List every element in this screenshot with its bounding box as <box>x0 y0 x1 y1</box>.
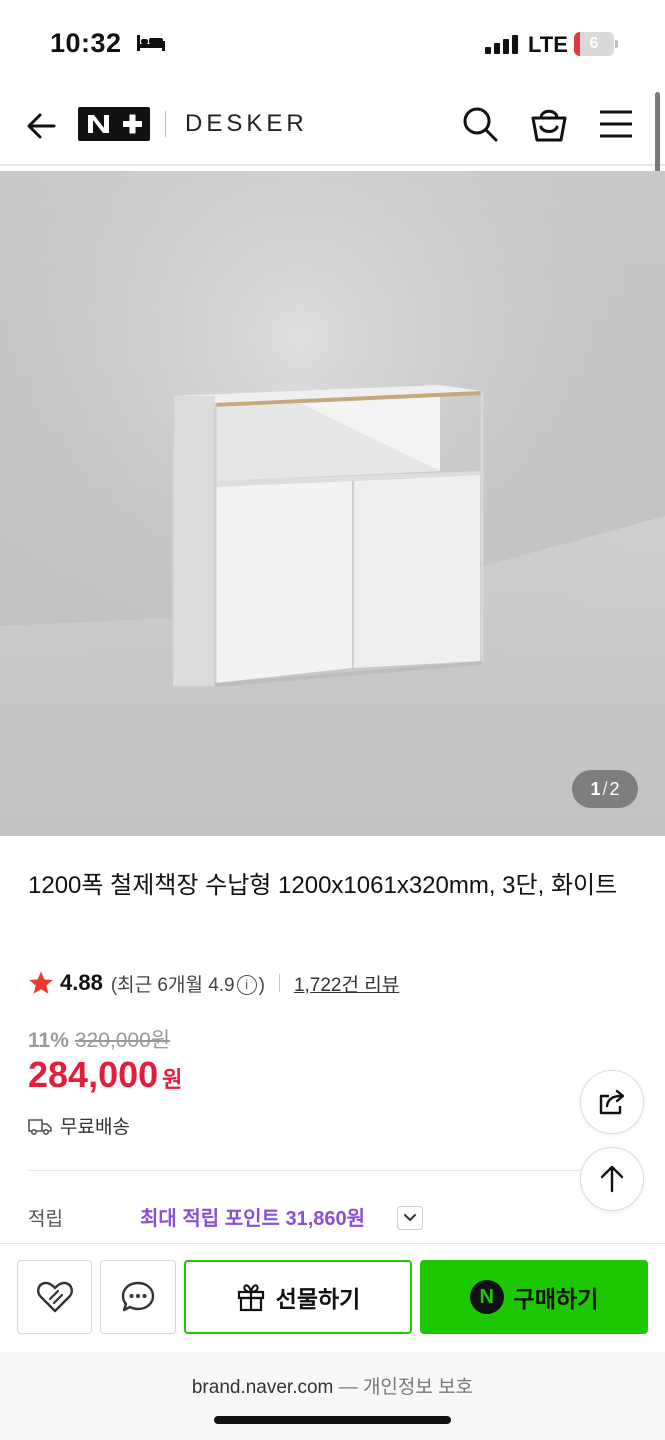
rating-value: 4.88 <box>60 970 103 995</box>
buy-button[interactable]: N 구매하기 <box>420 1260 648 1334</box>
share-button[interactable] <box>580 1070 644 1134</box>
status-time: 10:32 <box>50 28 122 58</box>
battery-icon: 6 <box>574 32 618 56</box>
network-label: LTE <box>528 32 568 57</box>
n-plus-logo-icon <box>88 114 142 134</box>
currency-label: 원 <box>162 1067 183 1092</box>
home-indicator[interactable] <box>214 1416 451 1424</box>
hamburger-menu-icon[interactable] <box>597 106 635 142</box>
back-arrow-icon[interactable] <box>22 106 62 146</box>
original-price: 320,000원 <box>74 1029 171 1052</box>
points-expand-button[interactable] <box>397 1206 423 1230</box>
naver-pay-icon: N <box>469 1280 504 1314</box>
wishlist-button[interactable] <box>17 1260 92 1334</box>
search-icon[interactable] <box>460 104 500 144</box>
image-counter-current: 1 <box>590 779 601 799</box>
logo-divider <box>165 111 166 137</box>
arrow-up-icon <box>600 1165 624 1193</box>
recent-rating: (최근 6개월 4.9 i) <box>111 970 265 997</box>
brand-name[interactable]: DESKER <box>185 110 308 138</box>
scroll-to-top-button[interactable] <box>580 1147 644 1211</box>
points-row: 적립 최대 적립 포인트 31,860원 <box>28 1202 458 1234</box>
naver-plus-logo[interactable] <box>78 107 150 141</box>
discount-rate: 11% <box>28 1029 69 1052</box>
bottom-action-bar: 선물하기 N 구매하기 <box>0 1243 665 1351</box>
rating-row: 4.88 (최근 6개월 4.9 i) 1,722건 리뷰 <box>28 966 399 1000</box>
status-bar: 10:32 LTE 6 <box>0 0 665 90</box>
header: DESKER <box>0 90 665 166</box>
browser-footer: brand.naver.com — 개인정보 보호 <box>0 1352 665 1440</box>
footer-domain[interactable]: brand.naver.com <box>192 1377 334 1398</box>
info-icon[interactable]: i <box>236 975 257 996</box>
heart-icon <box>36 1281 73 1313</box>
sale-price-row: 284,000 원 <box>28 1054 182 1096</box>
bed-icon <box>137 35 165 51</box>
footer-privacy[interactable]: 개인정보 보호 <box>363 1377 473 1398</box>
sale-price: 284,000 <box>28 1054 159 1095</box>
battery-level: 6 <box>589 35 599 52</box>
star-icon <box>29 971 53 994</box>
info-divider <box>28 1170 580 1171</box>
shipping-row: 무료배송 <box>28 1112 130 1139</box>
image-counter-separator: / <box>602 779 608 799</box>
rating-divider <box>278 974 280 992</box>
gift-icon <box>237 1284 264 1312</box>
recent-rating-text: (최근 6개월 4.9 <box>110 974 235 996</box>
share-icon <box>599 1089 625 1115</box>
product-image[interactable] <box>0 171 665 836</box>
gift-button[interactable]: 선물하기 <box>184 1260 412 1334</box>
cellular-signal-icon <box>485 35 518 54</box>
chevron-down-icon <box>404 1214 416 1222</box>
image-counter: 1/2 <box>572 770 638 808</box>
footer-separator: — <box>333 1377 363 1398</box>
product-title: 1200폭 철제책장 수납형 1200x1061x320mm, 3단, 화이트 <box>28 872 618 899</box>
gift-label: 선물하기 <box>275 1286 361 1312</box>
truck-icon <box>28 1118 52 1135</box>
talk-button[interactable] <box>100 1260 176 1334</box>
footer-text: brand.naver.com — 개인정보 보호 <box>0 1372 665 1399</box>
points-label: 적립 <box>28 1209 63 1230</box>
chat-bubble-icon <box>121 1281 155 1312</box>
points-value[interactable]: 최대 적립 포인트 31,860원 <box>140 1202 365 1231</box>
recent-rating-close: ) <box>258 974 265 996</box>
review-count-link[interactable]: 1,722건 리뷰 <box>294 970 399 997</box>
discount-row: 11% 320,000원 <box>28 1024 170 1054</box>
buy-label: 구매하기 <box>513 1286 599 1312</box>
image-counter-total: 2 <box>609 779 620 799</box>
shopping-bag-icon[interactable] <box>528 103 570 145</box>
shipping-label: 무료배송 <box>60 1117 130 1138</box>
cabinet-photo <box>0 171 665 836</box>
